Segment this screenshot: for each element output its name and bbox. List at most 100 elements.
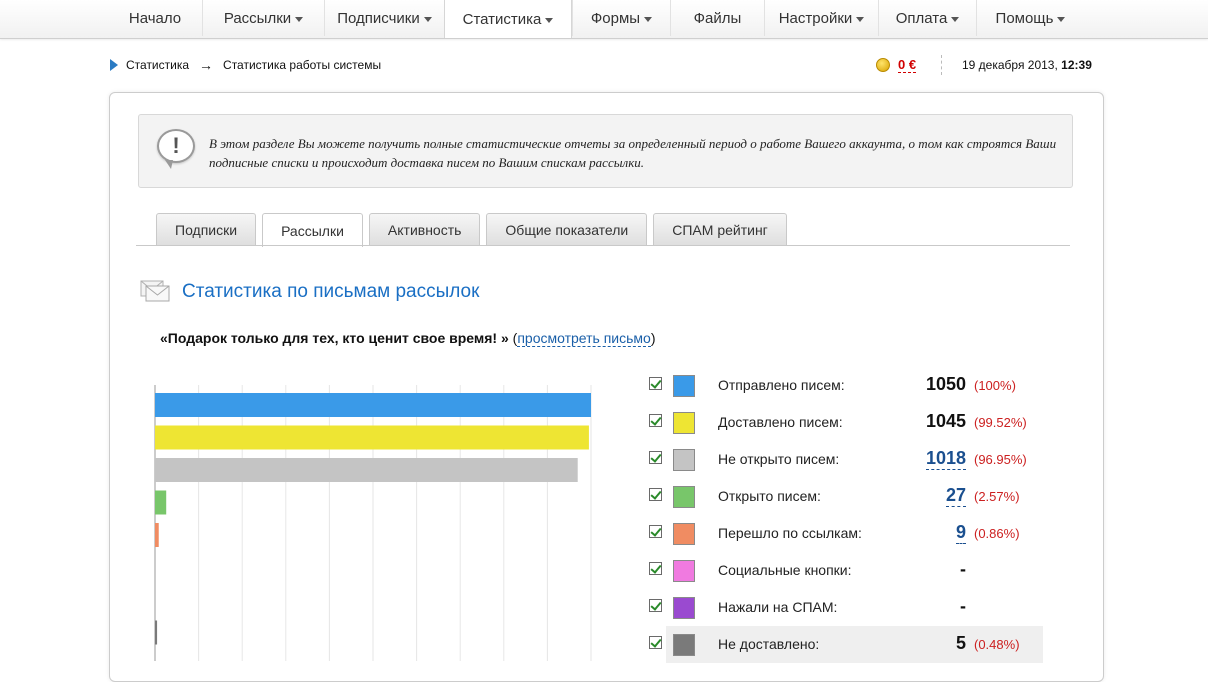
tab[interactable]: СПАМ рейтинг <box>653 213 787 246</box>
legend-label: Открыто писем: <box>718 488 821 504</box>
chevron-down-icon <box>295 16 304 22</box>
breadcrumb-separator: → <box>199 57 214 73</box>
time-text: 12:39 <box>1061 58 1092 72</box>
legend-label: Не открыто писем: <box>718 451 840 467</box>
chart-bar <box>155 393 591 417</box>
date-text: 19 декабря 2013, <box>962 58 1058 72</box>
series-checkbox[interactable] <box>649 525 662 538</box>
legend-percent: (100%) <box>974 378 1016 393</box>
series-checkbox[interactable] <box>649 562 662 575</box>
account-balance[interactable]: 0 € <box>876 56 917 74</box>
notice-text: В этом разделе Вы можете получить полные… <box>209 136 1057 170</box>
color-swatch <box>673 597 695 619</box>
nav-item-label: Файлы <box>693 9 742 27</box>
series-checkbox[interactable] <box>649 377 662 390</box>
tab[interactable]: Общие показатели <box>486 213 648 246</box>
series-checkbox[interactable] <box>649 414 662 427</box>
legend-value[interactable]: 27 <box>945 485 966 507</box>
nav-item-label: Рассылки <box>223 9 292 27</box>
color-swatch <box>673 560 695 582</box>
nav-item[interactable]: Статистика <box>444 0 572 38</box>
nav-item-label: Настройки <box>778 9 853 27</box>
nav-item-label: Формы <box>590 9 641 27</box>
chevron-down-icon <box>856 16 865 22</box>
nav-item-label: Подписчики <box>337 9 420 27</box>
series-checkbox[interactable] <box>649 488 662 501</box>
legend-row: Открыто писем: 27 (2.57%) <box>646 478 1044 515</box>
exclamation-bubble-icon: ! <box>157 129 195 169</box>
legend-value: 1045 <box>925 411 966 431</box>
view-letter-link[interactable]: просмотреть письмо <box>517 330 651 347</box>
nav-item[interactable]: Помощь <box>976 0 1084 36</box>
legend-label: Отправлено писем: <box>718 377 845 393</box>
breadcrumb-root-link[interactable]: Статистика <box>126 58 189 72</box>
header-divider <box>941 55 942 75</box>
legend-label: Нажали на СПАМ: <box>718 599 838 615</box>
nav-item[interactable]: Настройки <box>764 0 878 36</box>
legend-label: Не доставлено: <box>718 636 820 652</box>
chevron-down-icon <box>545 17 554 23</box>
legend-row: Нажали на СПАМ: - <box>646 589 1044 626</box>
color-swatch <box>673 375 695 397</box>
section-title: Статистика по письмам рассылок <box>182 281 480 302</box>
tab[interactable]: Рассылки <box>262 213 363 247</box>
color-swatch <box>673 412 695 434</box>
nav-item-label: Начало <box>128 9 182 27</box>
nav-item[interactable]: Начало <box>108 0 202 36</box>
legend-row: Социальные кнопки: - <box>646 552 1044 589</box>
balance-value[interactable]: 0 € <box>898 57 917 73</box>
tab[interactable]: Активность <box>368 213 481 246</box>
nav-menu: Начало Рассылки Подписчики Статистика Формы Ф… <box>108 0 1084 39</box>
tabs-divider <box>136 245 1070 246</box>
nav-item-label: Оплата <box>895 9 948 27</box>
legend-row: Доставлено писем: 1045 (99.52%) <box>646 404 1044 441</box>
letter-subject: «Подарок только для тех, кто ценит свое … <box>160 330 656 347</box>
breadcrumb-arrow-icon <box>110 59 118 71</box>
series-checkbox[interactable] <box>649 599 662 612</box>
legend-label: Социальные кнопки: <box>718 562 852 578</box>
legend-value: 1050 <box>925 374 966 394</box>
legend-percent: (99.52%) <box>974 415 1027 430</box>
legend-row: Перешло по ссылкам: 9 (0.86%) <box>646 515 1044 552</box>
legend-percent: (0.86%) <box>974 526 1020 541</box>
nav-item[interactable]: Формы <box>572 0 670 36</box>
breadcrumb: Статистика → Статистика работы системы <box>110 57 381 73</box>
nav-item-label: Помощь <box>995 9 1054 27</box>
legend-value[interactable]: 9 <box>955 522 966 544</box>
chart-bar <box>155 425 589 450</box>
current-datetime: 19 декабря 2013, 12:39 <box>962 58 1092 72</box>
legend-value: - <box>960 596 966 616</box>
legend-value[interactable]: 1018 <box>925 448 966 470</box>
chevron-down-icon <box>951 16 960 22</box>
series-checkbox[interactable] <box>649 636 662 649</box>
legend-value: - <box>960 559 966 579</box>
legend-percent: (96.95%) <box>974 452 1027 467</box>
color-swatch <box>673 486 695 508</box>
nav-item-label: Статистика <box>462 10 542 28</box>
nav-item[interactable]: Файлы <box>670 0 764 36</box>
chevron-down-icon <box>644 16 653 22</box>
legend-row: Отправлено писем: 1050 (100%) <box>646 367 1044 404</box>
legend-label: Перешло по ссылкам: <box>718 525 862 541</box>
chevron-down-icon <box>1057 16 1066 22</box>
nav-item[interactable]: Оплата <box>878 0 976 36</box>
chevron-down-icon <box>423 16 432 22</box>
breadcrumb-current: Статистика работы системы <box>223 58 382 72</box>
letter-title: «Подарок только для тех, кто ценит свое … <box>160 330 509 346</box>
chart-bar <box>155 490 167 515</box>
nav-item[interactable]: Рассылки <box>202 0 324 36</box>
series-checkbox[interactable] <box>649 451 662 464</box>
nav-item[interactable]: Подписчики <box>324 0 444 36</box>
stats-tabs: Подписки Рассылки Активность Общие показате… <box>156 213 793 247</box>
legend-row: Не доставлено: 5 (0.48%) <box>646 626 1044 663</box>
tab[interactable]: Подписки <box>156 213 257 246</box>
legend-label: Доставлено писем: <box>718 414 843 430</box>
legend-row: Не открыто писем: 1018 (96.95%) <box>646 441 1044 478</box>
info-notice: ! В этом разделе Вы можете получить полн… <box>138 114 1073 188</box>
coins-icon <box>876 58 890 72</box>
top-navigation: Начало Рассылки Подписчики Статистика Формы Ф… <box>0 0 1208 39</box>
legend-percent: (2.57%) <box>974 489 1020 504</box>
color-swatch <box>673 449 695 471</box>
legend-value: 5 <box>955 633 966 653</box>
legend-percent: (0.48%) <box>974 637 1020 652</box>
